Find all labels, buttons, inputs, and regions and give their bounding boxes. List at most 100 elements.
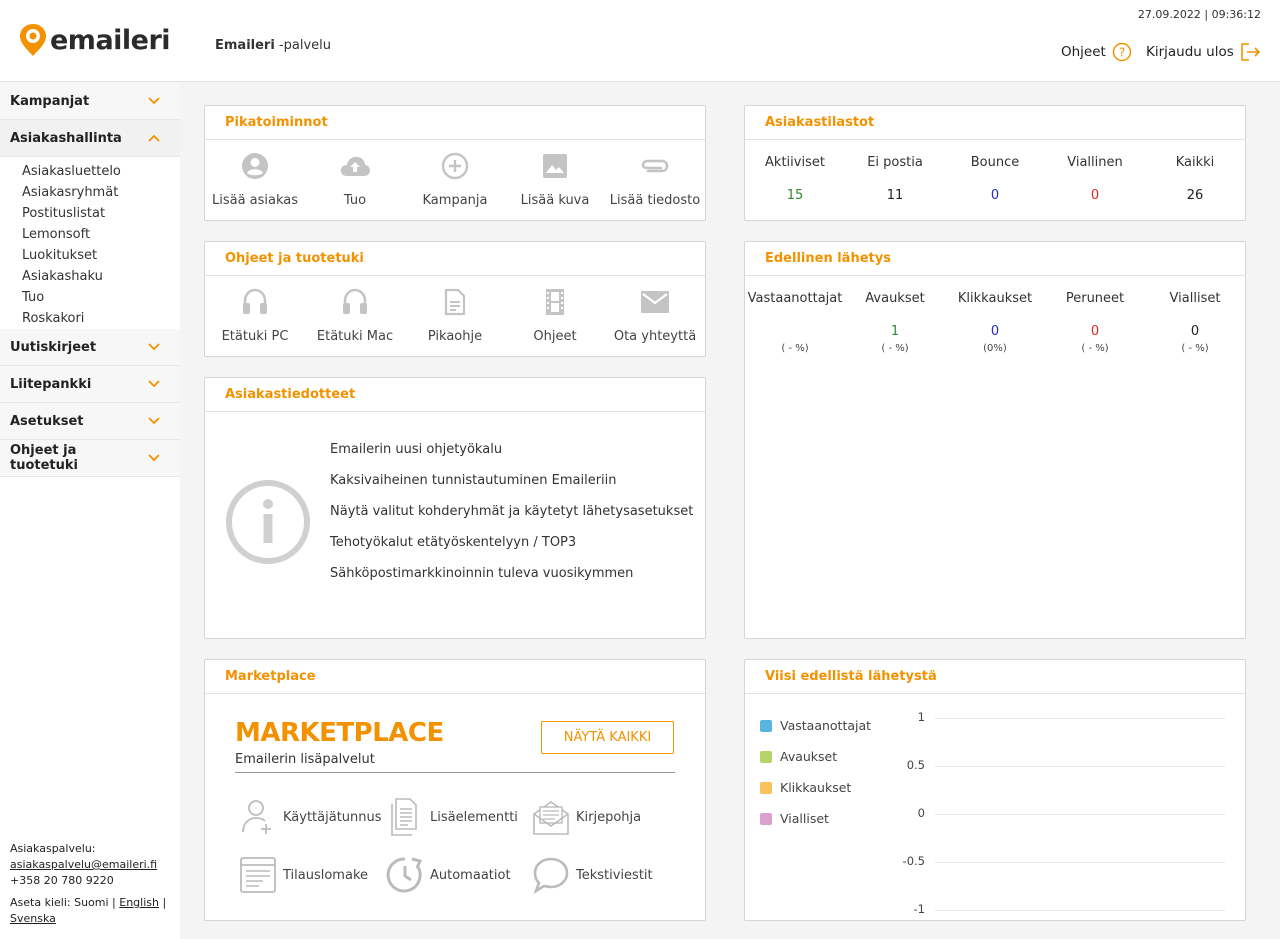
legend-item[interactable]: Avaukset xyxy=(760,749,837,764)
stat-label: Ei postia xyxy=(867,155,923,170)
notice-link[interactable]: Emailerin uusi ohjetyökalu xyxy=(330,442,693,473)
service-name: Emaileri -palvelu xyxy=(215,38,331,53)
cloud-upload-icon xyxy=(340,156,370,176)
legend-item[interactable]: Klikkaukset xyxy=(760,780,851,795)
timestamp: 27.09.2022 | 09:36:12 xyxy=(1137,8,1261,21)
sidebar-subitem-luokitukset[interactable]: Luokitukset xyxy=(22,245,180,266)
last-send-grid: Vastaanottajat ( - %) Avaukset 1 ( - %) Klikk… xyxy=(745,276,1245,354)
mail-template-icon xyxy=(533,801,569,835)
sidebar-item-label: Kampanjat xyxy=(10,93,90,109)
support-contact[interactable]: Ota yhteyttä xyxy=(605,286,705,344)
chat-bubble-icon xyxy=(533,857,569,894)
sidebar-item-label: Ohjeet ja tuotetuki xyxy=(10,443,79,473)
quick-action-import[interactable]: Tuo xyxy=(305,150,405,208)
marketplace-item-user-account[interactable]: Käyttäjätunnus xyxy=(237,796,382,838)
marketplace-item-letter-template[interactable]: Kirjepohja xyxy=(530,796,641,838)
notice-link[interactable]: Sähköpostimarkkinoinnin tuleva vuosikymm… xyxy=(330,566,693,597)
sidebar-item-ohjeet-ja-tuotetuki[interactable]: Ohjeet ja tuotetuki xyxy=(0,440,180,477)
panel-title: Pikatoiminnot xyxy=(205,106,705,140)
quick-action-campaign[interactable]: Kampanja xyxy=(405,150,505,208)
sidebar-subitem-asiakasryhmat[interactable]: Asiakasryhmät xyxy=(22,182,180,203)
help-link[interactable]: Ohjeet ? xyxy=(1061,42,1132,62)
marketplace-item-label: Käyttäjätunnus xyxy=(283,809,382,825)
send-stat-column: Klikkaukset 0 (0%) xyxy=(945,276,1045,354)
y-tick-label: 1 xyxy=(917,710,925,724)
notice-link[interactable]: Tehotyökalut etätyöskentelyyn / TOP3 xyxy=(330,535,693,566)
customer-service-info: Asiakaspalvelu: asiakaspalvelu@emaileri.… xyxy=(10,841,166,927)
sidebar-subitem-roskakori[interactable]: Roskakori xyxy=(22,308,180,329)
marketplace-item-extra-element[interactable]: Lisäelementti xyxy=(384,796,518,838)
sidebar-subitem-asiakashaku[interactable]: Asiakashaku xyxy=(22,266,180,287)
support-quick-guide[interactable]: Pikaohje xyxy=(405,286,505,344)
marketplace-item-order-form[interactable]: Tilauslomake xyxy=(237,854,368,896)
marketplace-item-automations[interactable]: Automaatiot xyxy=(384,854,511,896)
send-stat-value: 0 xyxy=(990,324,1000,339)
divider xyxy=(235,772,675,773)
stat-column: Ei postia 11 xyxy=(845,140,945,203)
stat-value: 11 xyxy=(886,188,904,203)
language-english-link[interactable]: English xyxy=(119,896,159,909)
send-stat-label: Peruneet xyxy=(1065,291,1125,306)
legend-label: Avaukset xyxy=(780,749,838,764)
help-label: Ohjeet xyxy=(1061,44,1106,60)
panel-title: Marketplace xyxy=(205,660,705,694)
logo-pin-icon xyxy=(18,22,48,58)
legend-label: Klikkaukset xyxy=(780,780,852,795)
chevron-down-icon xyxy=(148,97,160,105)
sidebar-subitem-postituslistat[interactable]: Postituslistat xyxy=(22,203,180,224)
sidebar-item-asiakashallinta[interactable]: Asiakashallinta xyxy=(0,120,180,157)
support-instructions[interactable]: Ohjeet xyxy=(505,286,605,344)
chart-gridline xyxy=(935,814,1225,815)
support-remote-mac[interactable]: Etätuki Mac xyxy=(305,286,405,344)
quick-action-add-customer[interactable]: Lisää asiakas xyxy=(205,150,305,208)
headset-icon xyxy=(343,288,367,314)
quick-actions-panel: Pikatoiminnot Lisää asiakas Tuo Kampanja… xyxy=(204,105,706,221)
sidebar-item-kampanjat[interactable]: Kampanjat xyxy=(0,83,180,120)
notice-link[interactable]: Näytä valitut kohderyhmät ja käytetyt lä… xyxy=(330,504,693,535)
notice-link[interactable]: Kaksivaiheinen tunnistautuminen Emaileri… xyxy=(330,473,693,504)
paperclip-icon xyxy=(641,159,669,173)
quick-action-add-file[interactable]: Lisää tiedosto xyxy=(605,150,705,208)
add-user-icon xyxy=(242,800,271,834)
sidebar-submenu: Asiakasluettelo Asiakasryhmät Postitusli… xyxy=(0,157,180,329)
emaileri-logo[interactable]: emaileri xyxy=(18,22,171,58)
send-stat-value: 0 xyxy=(1190,324,1200,339)
send-stat-value xyxy=(745,324,845,340)
customer-service-phone: +358 20 780 9220 xyxy=(10,874,114,887)
documents-icon xyxy=(391,798,417,836)
logout-link[interactable]: Kirjaudu ulos xyxy=(1146,42,1262,62)
customer-service-email-link[interactable]: asiakaspalvelu@emaileri.fi xyxy=(10,858,157,871)
send-stat-column: Avaukset 1 ( - %) xyxy=(845,276,945,354)
stat-column: Aktiiviset 15 xyxy=(745,140,845,203)
sidebar-subitem-asiakasluettelo[interactable]: Asiakasluettelo xyxy=(22,161,180,182)
show-all-button[interactable]: NÄYTÄ KAIKKI xyxy=(541,721,674,754)
legend-item[interactable]: Vialliset xyxy=(760,811,829,826)
panel-title: Ohjeet ja tuotetuki xyxy=(205,242,705,276)
customer-stats-panel: Asiakastilastot Aktiiviset 15 Ei postia 11 B… xyxy=(744,105,1246,221)
marketplace-item-label: Lisäelementti xyxy=(430,809,518,825)
customer-notices-panel: Asiakastiedotteet Emailerin uusi ohjetyö… xyxy=(204,377,706,639)
support-remote-pc[interactable]: Etätuki PC xyxy=(205,286,305,344)
document-icon xyxy=(444,288,466,316)
legend-item[interactable]: Vastaanottajat xyxy=(760,718,871,733)
sidebar-item-liitepankki[interactable]: Liitepankki xyxy=(0,366,180,403)
sidebar-subitem-tuo[interactable]: Tuo xyxy=(22,287,180,308)
sidebar-item-asetukset[interactable]: Asetukset xyxy=(0,403,180,440)
panel-title: Asiakastilastot xyxy=(745,106,1245,140)
marketplace-item-sms[interactable]: Tekstiviestit xyxy=(530,854,653,896)
send-stat-percent: ( - %) xyxy=(881,343,909,354)
send-stat-percent: (0%) xyxy=(983,343,1007,354)
chevron-down-icon xyxy=(148,454,160,462)
sidebar-item-label: Asiakashallinta xyxy=(10,130,122,146)
chart-gridline xyxy=(935,910,1225,911)
marketplace-heading: MARKETPLACE xyxy=(235,718,444,748)
sidebar-subitem-lemonsoft[interactable]: Lemonsoft xyxy=(22,224,180,245)
send-stat-label: Avaukset xyxy=(865,291,925,306)
quick-action-label: Tuo xyxy=(343,193,367,208)
language-swedish-link[interactable]: Svenska xyxy=(10,912,56,925)
headset-icon xyxy=(243,288,267,314)
sidebar-item-uutiskirjeet[interactable]: Uutiskirjeet xyxy=(0,329,180,366)
stat-value: 0 xyxy=(1090,188,1100,203)
quick-action-add-image[interactable]: Lisää kuva xyxy=(505,150,605,208)
stat-value: 15 xyxy=(786,188,804,203)
